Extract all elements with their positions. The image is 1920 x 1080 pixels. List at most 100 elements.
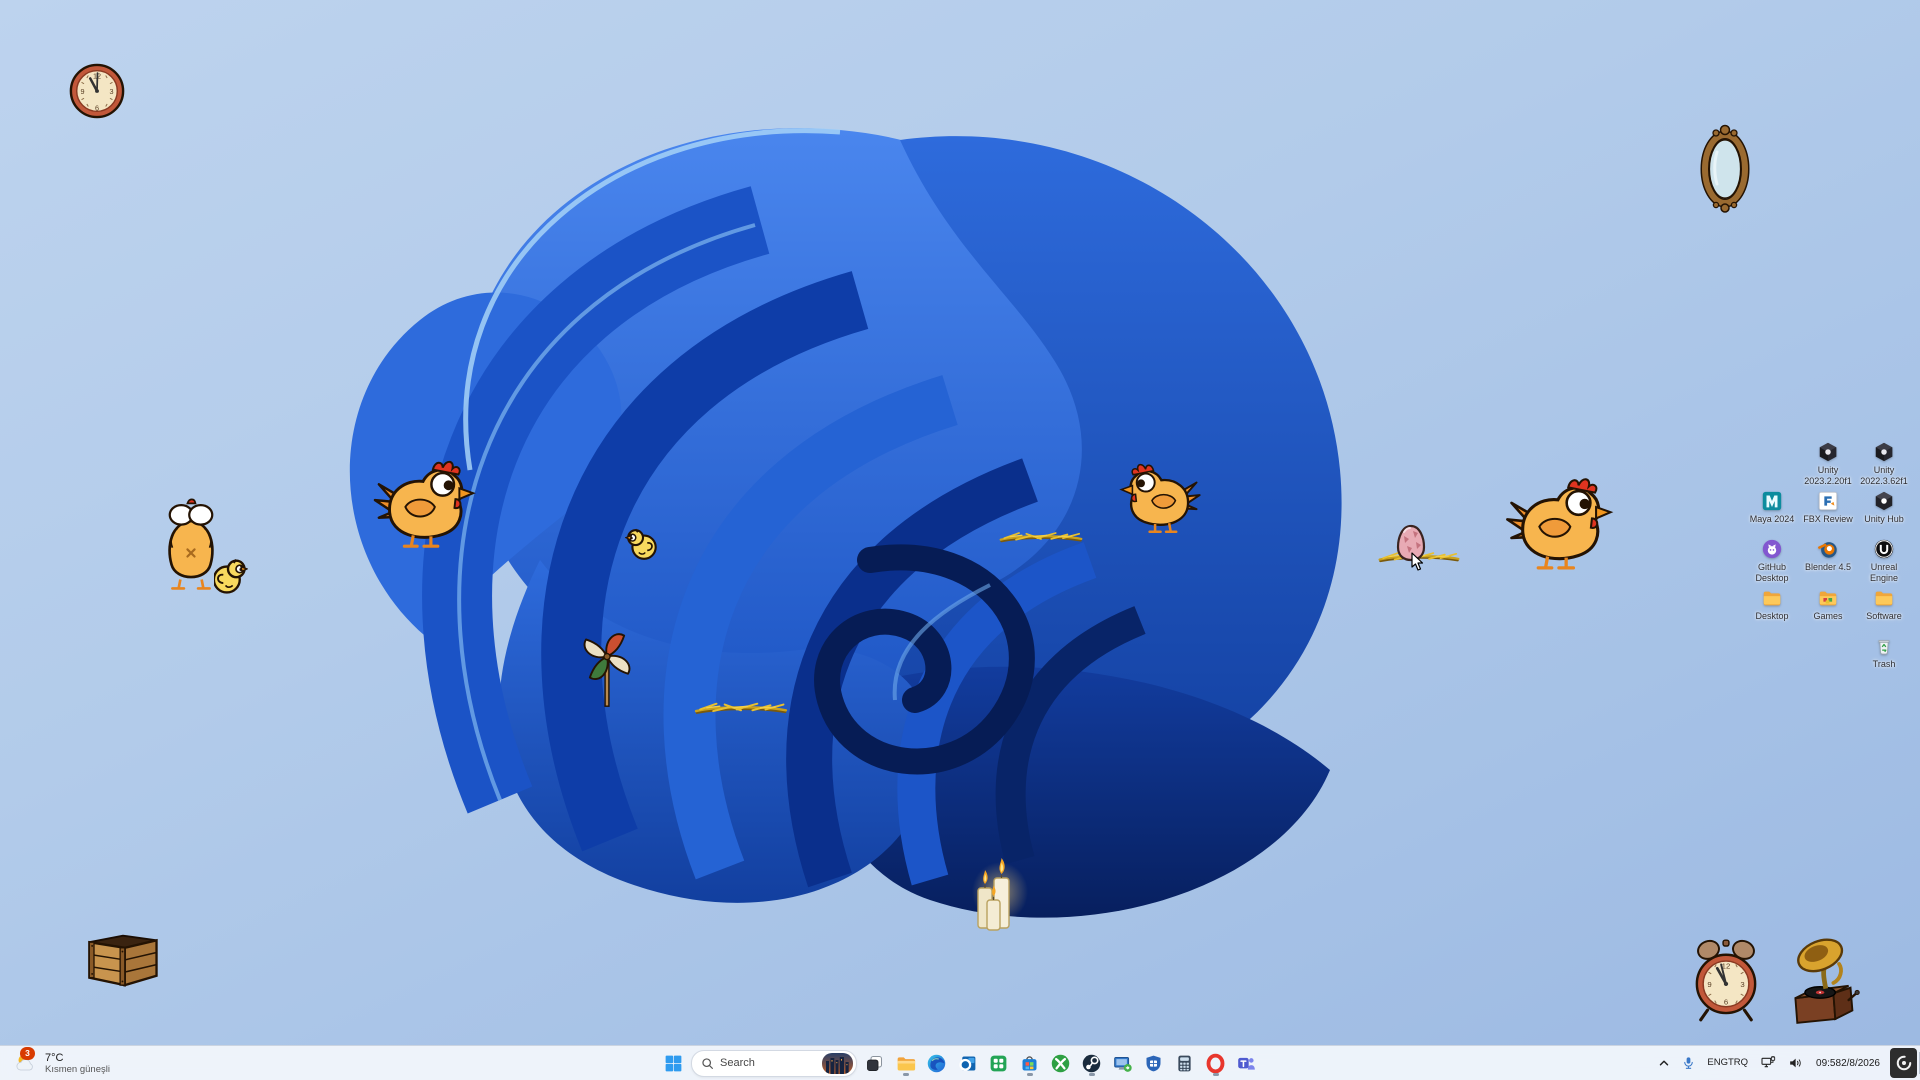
maya-icon bbox=[1761, 490, 1783, 512]
recycle-bin-icon bbox=[1873, 635, 1895, 657]
swirl-logo-icon bbox=[1896, 1055, 1911, 1071]
windows-logo-icon bbox=[665, 1055, 682, 1071]
desktop-icon-fbx-review[interactable]: FBX Review bbox=[1800, 490, 1856, 525]
tray-time: 09:58 bbox=[1816, 1057, 1842, 1069]
unreal-engine-icon bbox=[1873, 538, 1895, 560]
folder-icon bbox=[1761, 587, 1783, 609]
outlook-button[interactable] bbox=[954, 1049, 981, 1077]
weather-temperature: 7°C bbox=[45, 1051, 64, 1064]
tray-microphone-button[interactable] bbox=[1676, 1049, 1701, 1077]
hay-pile[interactable] bbox=[692, 697, 790, 717]
desktop-icon-label: Unity 2023.2.20f1 bbox=[1804, 465, 1852, 486]
unity-hub-icon bbox=[1873, 490, 1895, 512]
edge-icon bbox=[927, 1054, 946, 1072]
folder-icon bbox=[1873, 587, 1895, 609]
security-shield-button[interactable] bbox=[1140, 1049, 1167, 1077]
desktop-icon-unity-2023[interactable]: Unity 2023.2.20f1 bbox=[1800, 441, 1856, 487]
pc-tool-button[interactable] bbox=[1109, 1049, 1136, 1077]
desktop-icon-github-desktop[interactable]: GitHub Desktop bbox=[1744, 538, 1800, 584]
pc-tool-icon bbox=[1114, 1056, 1132, 1072]
mouse-cursor bbox=[1410, 552, 1424, 572]
search-icon bbox=[702, 1057, 713, 1069]
desktop-icon-label: Software bbox=[1866, 611, 1902, 621]
calculator-button[interactable] bbox=[1171, 1049, 1198, 1077]
chicken-looking-up[interactable] bbox=[160, 494, 222, 596]
desktop-icon-blender[interactable]: Blender 4.5 bbox=[1800, 538, 1856, 573]
microsoft-store-button[interactable] bbox=[1016, 1049, 1043, 1077]
desktop-icon-desktop-folder[interactable]: Desktop bbox=[1744, 587, 1800, 622]
corner-app-button[interactable] bbox=[1890, 1048, 1917, 1078]
desktop-icon-unity-hub[interactable]: Unity Hub bbox=[1856, 490, 1912, 525]
weather-partly-sunny-icon: 3 bbox=[14, 1047, 38, 1075]
weather-text: 7°C Kısmen güneşli bbox=[45, 1052, 110, 1075]
steam-icon bbox=[1082, 1054, 1101, 1072]
desktop-icon-unity-2022[interactable]: Unity 2022.3.62f1 bbox=[1856, 441, 1912, 487]
pinwheel[interactable] bbox=[578, 628, 636, 710]
desktop-icon-label: Maya 2024 bbox=[1749, 514, 1795, 524]
chicken[interactable] bbox=[1502, 473, 1620, 571]
file-explorer-button[interactable] bbox=[892, 1049, 919, 1077]
security-shield-icon bbox=[1146, 1055, 1161, 1071]
hay-pile[interactable] bbox=[997, 527, 1085, 545]
outlook-icon bbox=[959, 1056, 976, 1071]
teams-icon bbox=[1238, 1057, 1255, 1070]
clock-widget[interactable]: 09:58 2/8/2026 bbox=[1809, 1049, 1887, 1077]
network-button[interactable] bbox=[1754, 1049, 1782, 1077]
desktop-icon-label: Desktop bbox=[1755, 611, 1789, 621]
volume-button[interactable] bbox=[1782, 1049, 1809, 1077]
search-box[interactable]: Search bbox=[691, 1049, 857, 1077]
weather-condition: Kısmen güneşli bbox=[45, 1063, 110, 1075]
weather-widget[interactable]: 3 7°C Kısmen güneşli bbox=[4, 1047, 120, 1078]
candles[interactable] bbox=[972, 858, 1028, 942]
chick[interactable] bbox=[214, 556, 254, 596]
language-line1: ENG bbox=[1707, 1057, 1728, 1069]
github-desktop-icon bbox=[1761, 538, 1783, 560]
green-tiles-app-button[interactable] bbox=[985, 1049, 1012, 1077]
file-explorer-icon bbox=[897, 1056, 916, 1070]
running-indicator bbox=[902, 1073, 909, 1076]
edge-button[interactable] bbox=[923, 1049, 950, 1077]
desktop-icon-software-folder[interactable]: Software bbox=[1856, 587, 1912, 622]
desktop-icon-unreal-engine[interactable]: Unreal Engine bbox=[1856, 538, 1912, 584]
chicken[interactable] bbox=[372, 455, 480, 550]
desktop-icon-maya[interactable]: Maya 2024 bbox=[1744, 490, 1800, 525]
running-indicator bbox=[1088, 1073, 1095, 1076]
desktop-icon-trash[interactable]: Trash bbox=[1856, 635, 1912, 670]
search-daily-image[interactable] bbox=[822, 1052, 853, 1074]
unity-icon bbox=[1873, 441, 1895, 463]
language-switcher[interactable]: ENG TRQ bbox=[1701, 1049, 1754, 1077]
desktop-icon-label: Unity 2022.3.62f1 bbox=[1860, 465, 1908, 486]
task-view-icon bbox=[867, 1055, 883, 1071]
start-button[interactable] bbox=[660, 1049, 687, 1077]
opera-button[interactable] bbox=[1202, 1049, 1229, 1077]
ornate-mirror-pet[interactable] bbox=[1700, 122, 1750, 214]
calculator-icon bbox=[1178, 1055, 1191, 1071]
desktop-icon-label: GitHub Desktop bbox=[1755, 562, 1789, 583]
bloom-wallpaper bbox=[349, 128, 1342, 918]
alarm-clock-pet[interactable] bbox=[1692, 936, 1760, 1024]
xbox-button[interactable] bbox=[1047, 1049, 1074, 1077]
gramophone-pet[interactable] bbox=[1784, 938, 1860, 1026]
wooden-crate[interactable] bbox=[80, 930, 164, 988]
desktop-icon-label: Unity Hub bbox=[1864, 514, 1904, 524]
chevron-up-icon bbox=[1660, 1060, 1669, 1066]
desktop-icon-label: FBX Review bbox=[1803, 514, 1853, 524]
search-placeholder: Search bbox=[720, 1057, 755, 1069]
tray-chevron-button[interactable] bbox=[1652, 1049, 1676, 1077]
games-folder-icon bbox=[1817, 587, 1839, 609]
taskbar: 3 7°C Kısmen güneşli Search ENG TRQ 09:5… bbox=[0, 1045, 1920, 1080]
chick[interactable] bbox=[625, 527, 661, 561]
microphone-icon bbox=[1684, 1057, 1694, 1069]
steam-button[interactable] bbox=[1078, 1049, 1105, 1077]
running-indicator bbox=[1212, 1073, 1219, 1076]
task-view-button[interactable] bbox=[861, 1049, 888, 1077]
desktop-icon-games-folder[interactable]: Games bbox=[1800, 587, 1856, 622]
tray-date: 2/8/2026 bbox=[1841, 1057, 1880, 1069]
fbx-review-icon bbox=[1817, 490, 1839, 512]
xbox-icon bbox=[1051, 1054, 1070, 1072]
teams-button[interactable] bbox=[1233, 1049, 1260, 1077]
wall-clock-pet[interactable] bbox=[68, 62, 126, 120]
unity-icon bbox=[1817, 441, 1839, 463]
microsoft-store-icon bbox=[1022, 1055, 1037, 1070]
chicken[interactable] bbox=[1116, 450, 1202, 544]
